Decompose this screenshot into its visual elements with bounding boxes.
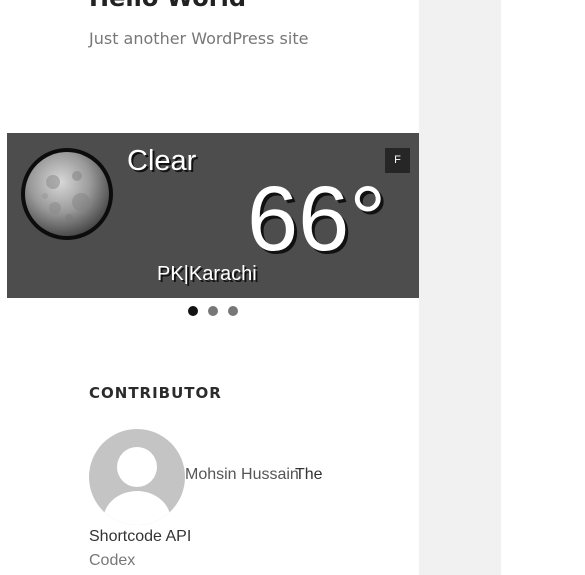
weather-location: PK|Karachi bbox=[157, 263, 257, 285]
moon-icon bbox=[21, 148, 113, 240]
contributor-heading: CONTRIBUTOR bbox=[89, 384, 222, 402]
slider-dot-3[interactable] bbox=[228, 306, 238, 316]
sidebar-column bbox=[419, 0, 501, 575]
site-title[interactable]: Hello World bbox=[89, 0, 246, 12]
temperature-value: 66° bbox=[247, 168, 387, 270]
weather-widget: Clear F 66° PK|Karachi bbox=[7, 133, 419, 298]
contributor-title-start[interactable]: The bbox=[295, 466, 323, 484]
unit-toggle-button[interactable]: F bbox=[385, 148, 410, 173]
moon-graphic bbox=[25, 152, 109, 236]
user-silhouette-icon bbox=[103, 447, 171, 525]
contributor-title-rest[interactable]: Shortcode API bbox=[89, 528, 191, 546]
weather-condition: Clear bbox=[127, 145, 197, 177]
slider-dot-1[interactable] bbox=[188, 306, 198, 316]
site-tagline: Just another WordPress site bbox=[89, 29, 309, 48]
codex-link[interactable]: Codex bbox=[89, 552, 135, 570]
contributor-name[interactable]: Mohsin Hussain bbox=[185, 466, 299, 484]
slider-dot-2[interactable] bbox=[208, 306, 218, 316]
avatar[interactable] bbox=[89, 429, 185, 525]
